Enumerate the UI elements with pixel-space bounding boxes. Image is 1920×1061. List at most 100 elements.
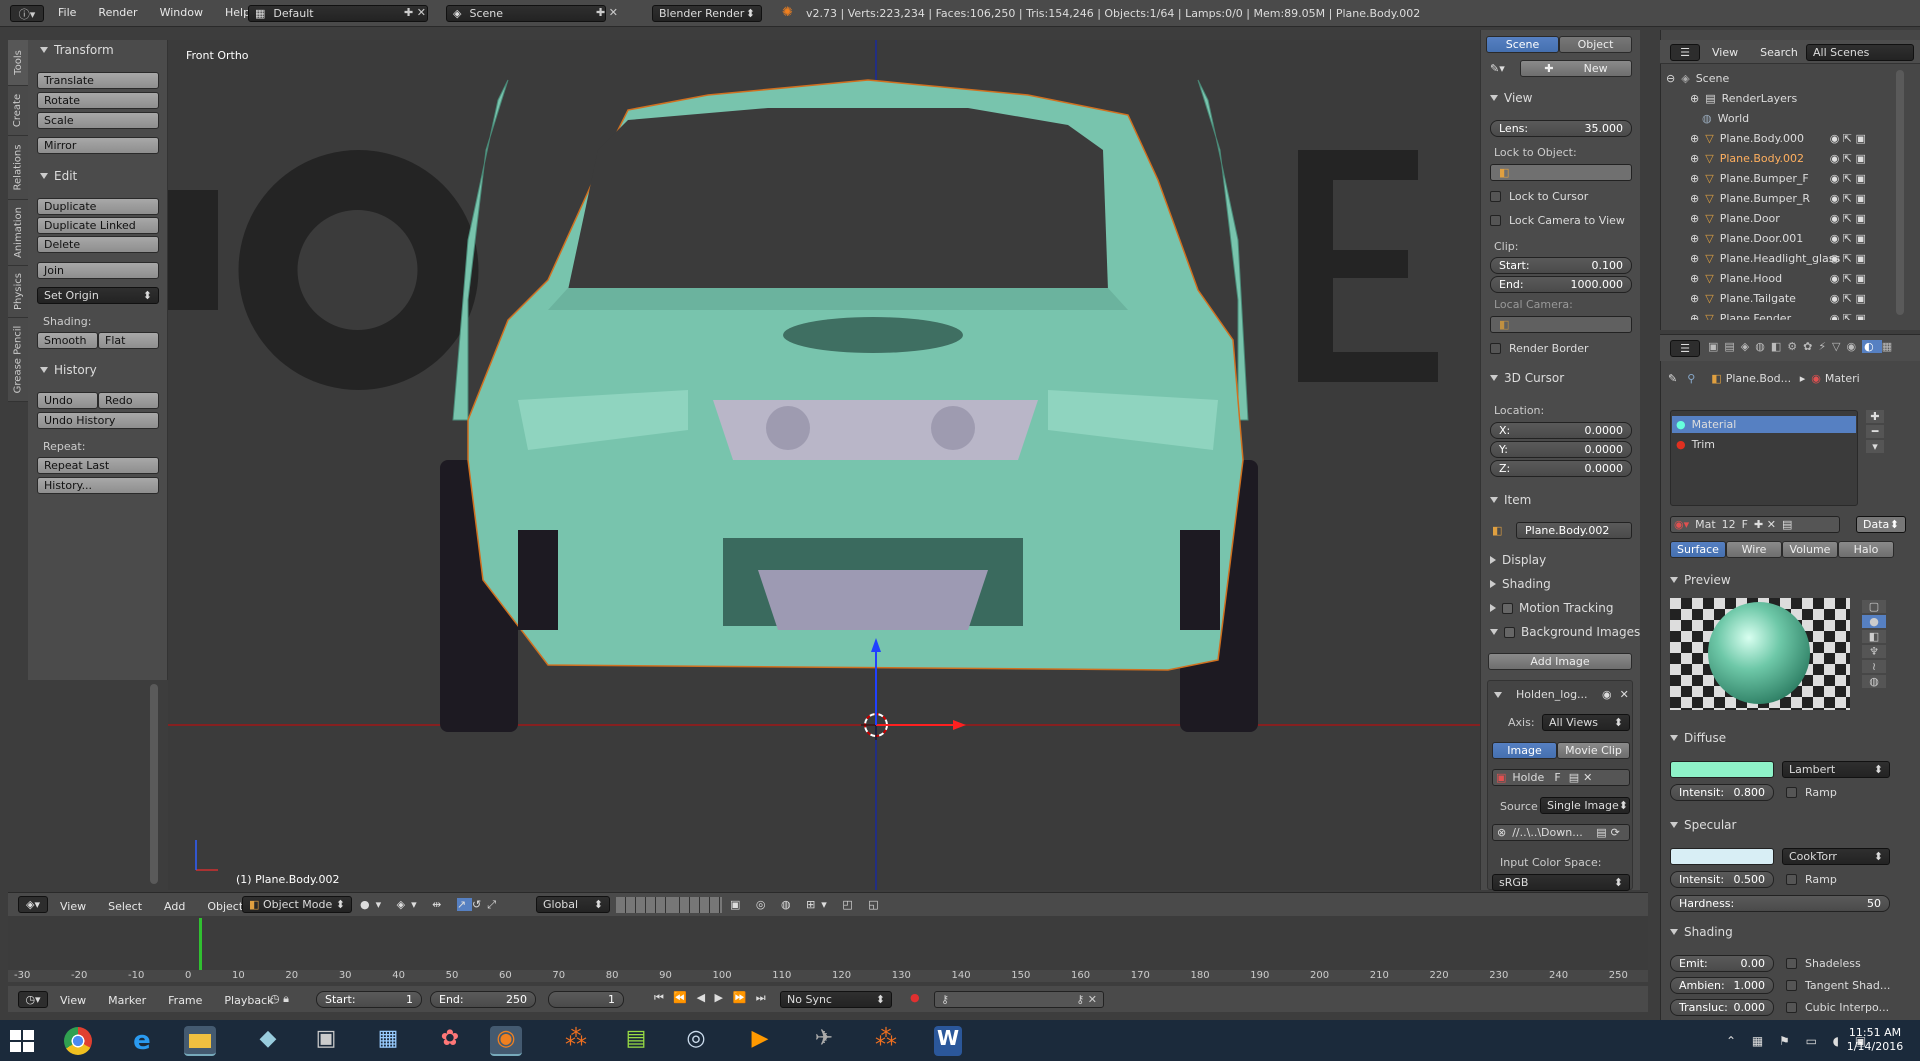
background-images-header[interactable]: Background Images — [1490, 622, 1640, 642]
menu-add[interactable]: Add — [164, 900, 185, 913]
transform-header[interactable]: Transform — [40, 40, 114, 60]
source-dropdown[interactable]: Single Image ⬍ — [1540, 797, 1630, 814]
cursor-y-field[interactable]: Y: 0.0000 — [1490, 441, 1632, 458]
bg-image-selector[interactable]: ▣ Holde F ▤ ✕ — [1492, 769, 1630, 786]
lock-object-field[interactable]: ◧ — [1490, 164, 1632, 181]
tab-physics[interactable]: Physics — [8, 266, 28, 318]
lock-camera-toggle[interactable]: Lock Camera to View — [1490, 214, 1625, 227]
diffuse-color-swatch[interactable] — [1670, 761, 1774, 778]
new-grease-pencil-button[interactable]: ✚ New — [1520, 60, 1632, 77]
viewport-3d[interactable]: Front Ortho (1) Plane.Body.002 — [168, 40, 1480, 890]
translucency-field[interactable]: Transluc: 0.000 — [1670, 999, 1774, 1016]
lock-icon[interactable]: ◷ 🔒︎ — [270, 992, 289, 1006]
current-frame-field[interactable]: 1 — [548, 991, 624, 1008]
tool-shelf-scrollbar[interactable] — [150, 684, 158, 884]
specular-intensity-field[interactable]: Intensit: 0.500 — [1670, 871, 1774, 888]
taskbar-app-icon[interactable]: ▣ — [310, 1026, 342, 1056]
diffuse-ramp-toggle[interactable]: Ramp — [1786, 786, 1837, 799]
outliner-item[interactable]: ⊕ ▽ Plane.Bumper_R ◉ ⇱ ▣ — [1666, 188, 1906, 208]
layout-selector[interactable]: ▦ Default — [248, 5, 428, 22]
remove-icon[interactable]: ✕ — [1620, 688, 1629, 701]
outliner-item[interactable]: ⊕ ▽ Plane.Body.000 ◉ ⇱ ▣ — [1666, 128, 1906, 148]
cubic-interpolation-toggle[interactable]: Cubic Interpo... — [1786, 1001, 1889, 1014]
outliner-item[interactable]: ⊕ ▽ Plane.Headlight_glass ◉ ⇱ ▣ — [1666, 248, 1906, 268]
sync-dropdown[interactable]: No Sync ⬍ — [780, 991, 892, 1008]
record-icon[interactable]: ● — [910, 991, 920, 1004]
editor-type-icon[interactable]: ◈▾ — [18, 896, 48, 913]
motion-tracking-header[interactable]: Motion Tracking — [1490, 598, 1613, 618]
file-explorer-icon[interactable] — [184, 1026, 216, 1056]
specular-header[interactable]: Specular — [1670, 815, 1736, 835]
menu-select[interactable]: Select — [108, 900, 142, 913]
keying-set-field[interactable]: ⚷ ⚷ ✕ — [934, 991, 1104, 1008]
tangent-shading-toggle[interactable]: Tangent Shad... — [1786, 979, 1890, 992]
tab-movie-clip[interactable]: Movie Clip — [1557, 742, 1630, 759]
specular-shader-dropdown[interactable]: CookTorr ⬍ — [1782, 848, 1890, 865]
redo-button[interactable]: Redo — [98, 392, 159, 409]
tab-tools[interactable]: Tools — [8, 40, 28, 86]
playback-controls[interactable]: ⏮ ⏪ ◀ ▶ ⏩ ⏭ — [654, 991, 769, 1005]
outliner-item[interactable]: ⊕ ▽ Plane.Door.001 ◉ ⇱ ▣ — [1666, 228, 1906, 248]
viewport-shading-icons[interactable]: ●▾ ◈▾ ⇹ ↗↺⤢ — [360, 898, 502, 912]
outliner-item[interactable]: ⊕ ▽ Plane.Tailgate ◉ ⇱ ▣ — [1666, 288, 1906, 308]
timeline-marker-menu[interactable]: Marker — [108, 994, 146, 1007]
diffuse-intensity-field[interactable]: Intensit: 0.800 — [1670, 784, 1774, 801]
mode-dropdown[interactable]: ◧ Object Mode ⬍ — [242, 896, 352, 913]
tab-grease-pencil[interactable]: Grease Pencil — [8, 318, 28, 402]
smooth-button[interactable]: Smooth — [37, 332, 98, 349]
steam-icon[interactable]: ◎ — [680, 1026, 712, 1056]
material-datablock[interactable]: ◉▾ Mat 12 F ✚ ✕ ▤ — [1670, 516, 1840, 533]
delete-button[interactable]: Delete — [37, 236, 159, 253]
tab-volume[interactable]: Volume — [1782, 541, 1838, 558]
set-origin-dropdown[interactable]: Set Origin ⬍ — [37, 287, 159, 304]
cursor-z-field[interactable]: Z: 0.0000 — [1490, 460, 1632, 477]
clock[interactable]: 11:51 AM 1/14/2016 — [1842, 1026, 1908, 1054]
translate-button[interactable]: Translate — [37, 72, 159, 89]
internet-explorer-icon[interactable]: e — [126, 1026, 158, 1056]
render-border-toggle[interactable]: Render Border — [1490, 342, 1589, 355]
duplicate-linked-button[interactable]: Duplicate Linked — [37, 217, 159, 234]
end-frame-field[interactable]: End: 250 — [430, 991, 536, 1008]
hardness-field[interactable]: Hardness: 50 — [1670, 895, 1890, 912]
taskbar-app-icon[interactable]: ▦ — [372, 1026, 404, 1056]
taskbar-app-icon[interactable]: ▤ — [620, 1026, 652, 1056]
scale-button[interactable]: Scale — [37, 112, 159, 129]
flat-button[interactable]: Flat — [98, 332, 159, 349]
tab-relations[interactable]: Relations — [8, 136, 28, 200]
slot-add-remove-icons[interactable]: ✚ ━ ▾ — [1866, 410, 1884, 466]
timeline-frame-menu[interactable]: Frame — [168, 994, 202, 1007]
snap-icons[interactable]: ▣ ◎ ◍ ⊞▾ ◰ ◱ — [730, 898, 885, 911]
menu-render[interactable]: Render — [98, 6, 137, 19]
tab-wire[interactable]: Wire — [1726, 541, 1782, 558]
rotate-button[interactable]: Rotate — [37, 92, 159, 109]
taskbar-app-icon[interactable]: ◆ — [252, 1026, 284, 1056]
material-link-dropdown[interactable]: Data ⬍ — [1856, 516, 1906, 533]
clip-start-field[interactable]: Start: 0.100 — [1490, 257, 1632, 274]
timeline-editor-icon[interactable]: ◷▾ — [18, 991, 48, 1008]
scene-selector[interactable]: ◈ Scene — [446, 5, 606, 22]
taskbar-app-icon[interactable]: ✿ — [434, 1026, 466, 1056]
render-engine-selector[interactable]: Blender Render ⬍ — [652, 5, 762, 22]
tab-scene[interactable]: Scene — [1486, 36, 1559, 53]
context-icons[interactable]: ▣▤◈◍◧⚙✿⚡▽◉ ◐ ▦ — [1708, 340, 1898, 353]
ambient-field[interactable]: Ambien: 1.000 — [1670, 977, 1774, 994]
lens-field[interactable]: Lens: 35.000 — [1490, 120, 1632, 137]
shading-panel-header[interactable]: Shading — [1490, 574, 1551, 594]
history-list-button[interactable]: History... — [37, 477, 159, 494]
chrome-icon[interactable] — [64, 1027, 92, 1055]
outliner-item[interactable]: ⊕ ▽ Plane.Bumper_F ◉ ⇱ ▣ — [1666, 168, 1906, 188]
menu-view[interactable]: View — [60, 900, 86, 913]
duplicate-button[interactable]: Duplicate — [37, 198, 159, 215]
windows-start-icon[interactable] — [10, 1030, 34, 1052]
layout-add-icon[interactable]: ✚ ✕ — [404, 6, 426, 19]
properties-editor-icon[interactable]: ☰ — [1670, 340, 1700, 357]
pencil-icon[interactable]: ✎▾ — [1490, 62, 1505, 75]
outliner-item[interactable]: ⊕ ▽ Plane.Hood ◉ ⇱ ▣ — [1666, 268, 1906, 288]
outliner-scrollbar[interactable] — [1896, 70, 1904, 315]
join-button[interactable]: Join — [37, 262, 159, 279]
taskbar-app-icon[interactable]: ▶ — [744, 1026, 776, 1056]
edit-header[interactable]: Edit — [40, 166, 77, 186]
mirror-button[interactable]: Mirror — [37, 137, 159, 154]
repeat-last-button[interactable]: Repeat Last — [37, 457, 159, 474]
outliner-filter[interactable]: All Scenes — [1806, 44, 1914, 61]
